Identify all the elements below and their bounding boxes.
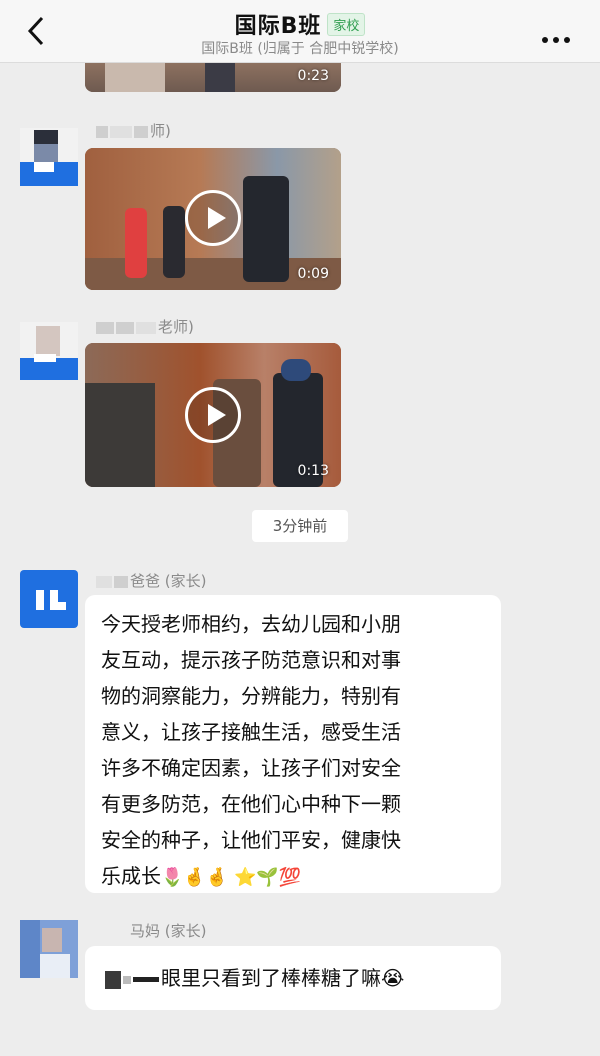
emoji-sequence: 🌷🤞🤞 ⭐🌱💯 xyxy=(161,867,302,888)
message-line: 有更多防范，在他们心中种下一颗 xyxy=(101,792,401,816)
message-text: 眼里只看到了棒棒糖了嘛😭 xyxy=(161,966,405,990)
message-line: 友互动，提示孩子防范意识和对事 xyxy=(101,648,401,672)
avatar[interactable] xyxy=(20,322,78,380)
avatar[interactable] xyxy=(20,920,78,978)
message-line: 乐成长🌷🤞🤞 ⭐🌱💯 xyxy=(101,864,302,888)
more-options-icon[interactable] xyxy=(542,28,578,43)
message-line: 意义，让孩子接触生活，感受生活 xyxy=(101,720,401,744)
video-duration: 0:13 xyxy=(297,463,329,479)
video-duration: 0:09 xyxy=(297,266,329,282)
sender-name: 爸爸 (家长) xyxy=(96,570,206,591)
sender-name: 老师) xyxy=(96,316,194,337)
message-line: 安全的种子，让他们平安，健康快 xyxy=(101,828,401,852)
time-divider: 3分钟前 xyxy=(252,510,348,542)
text-message-bubble[interactable]: 今天授老师相约，去幼儿园和小朋 友互动，提示孩子防范意识和对事 物的洞察能力，分… xyxy=(85,595,501,893)
avatar[interactable] xyxy=(20,128,78,186)
avatar[interactable] xyxy=(20,570,78,628)
group-name: 国际B班 xyxy=(234,14,322,39)
message-line: 今天授老师相约，去幼儿园和小朋 xyxy=(101,612,401,636)
group-subtitle: 国际B班 (归属于 合肥中锐学校) xyxy=(201,41,399,57)
video-message[interactable]: 0:13 xyxy=(85,343,341,487)
video-duration: 0:23 xyxy=(297,68,329,84)
play-icon[interactable] xyxy=(185,190,241,246)
sender-name: 师) xyxy=(96,120,171,141)
group-type-badge: 家校 xyxy=(327,13,366,36)
text-message-bubble[interactable]: 眼里只看到了棒棒糖了嘛😭 xyxy=(85,946,501,1010)
message-line: 物的洞察能力，分辨能力，特别有 xyxy=(101,684,401,708)
play-icon[interactable] xyxy=(185,387,241,443)
chat-header: 国际B班 家校 国际B班 (归属于 合肥中锐学校) xyxy=(0,0,600,63)
message-line: 许多不确定因素，让孩子们对安全 xyxy=(101,756,401,780)
video-message[interactable]: 0:09 xyxy=(85,148,341,290)
sender-name: 马妈 (家长) xyxy=(96,920,206,941)
chat-title: 国际B班 家校 xyxy=(0,8,600,40)
